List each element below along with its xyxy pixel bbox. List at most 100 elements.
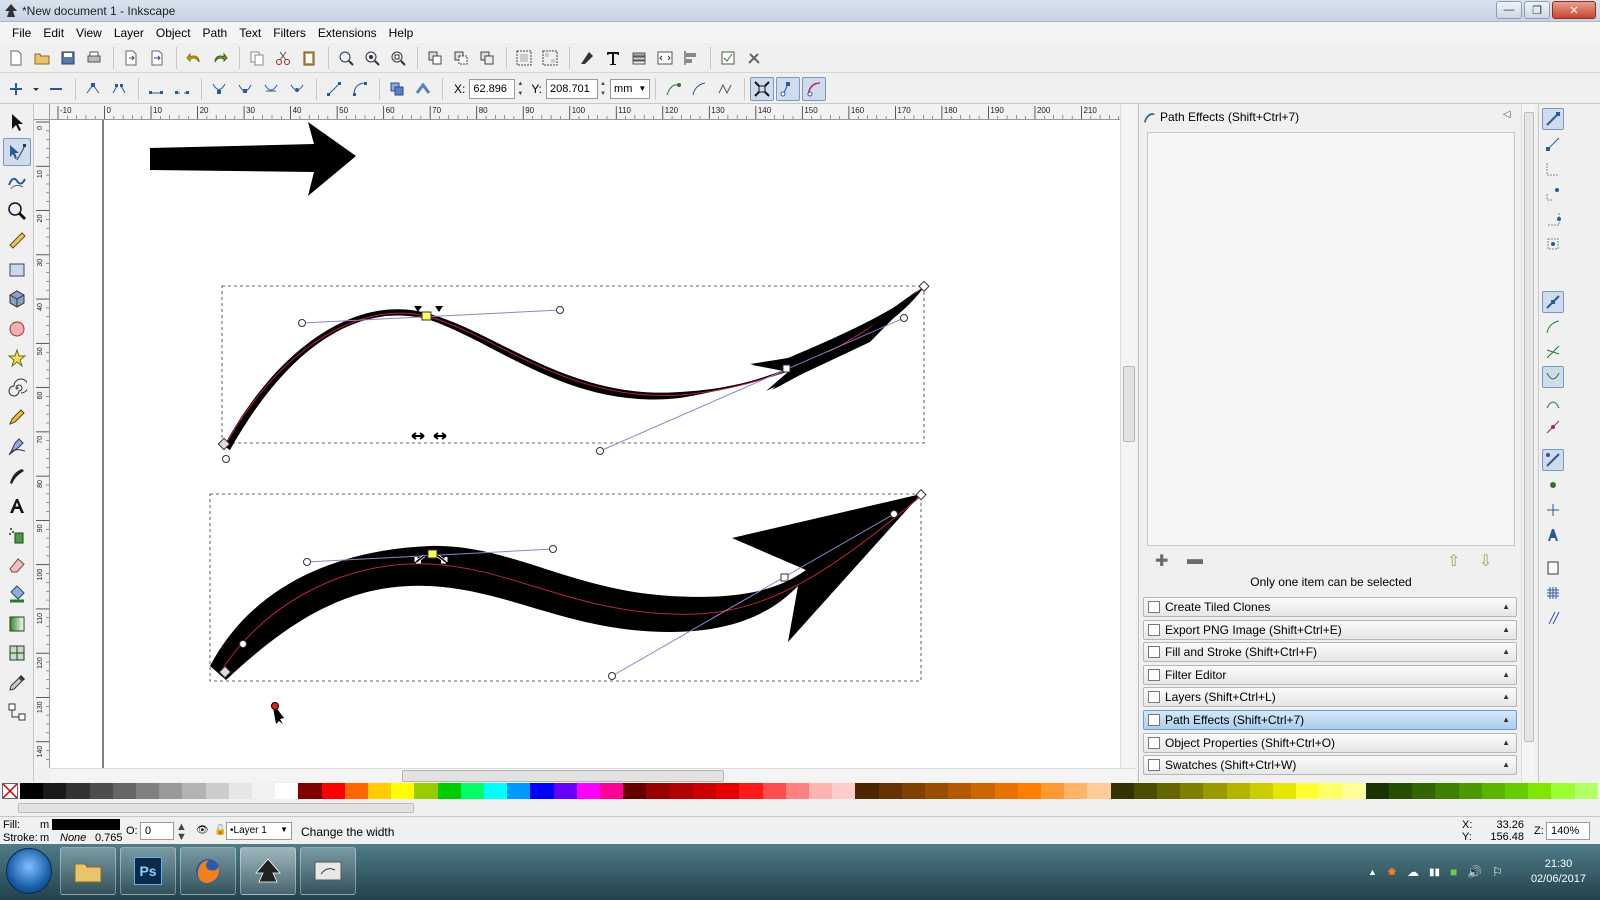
palette-swatch[interactable] <box>1319 783 1343 799</box>
palette-swatch[interactable] <box>1412 783 1436 799</box>
dock-tab-export-png[interactable]: Export PNG Image (Shift+Ctrl+E) ▲ <box>1143 619 1517 640</box>
bezier-handle[interactable] <box>303 558 311 566</box>
unit-select[interactable]: mm ▼ <box>610 78 651 99</box>
menu-filters[interactable]: Filters <box>267 26 312 40</box>
eraser-tool[interactable] <box>3 551 31 579</box>
horizontal-ruler[interactable]: -10 0 10 20 30 40 50 60 70 80 90 100 110 120 130 140 150… <box>50 104 1120 120</box>
palette-swatch[interactable] <box>321 783 345 799</box>
node-smooth-button[interactable] <box>233 77 257 101</box>
preferences-button[interactable] <box>742 46 766 70</box>
snap-bbox-center-button[interactable] <box>1542 233 1564 255</box>
bezier-handle[interactable] <box>556 306 564 314</box>
palette-swatch[interactable] <box>901 783 925 799</box>
node-symmetric-button[interactable] <box>259 77 283 101</box>
text-tool[interactable] <box>3 492 31 520</box>
join-segment-button[interactable] <box>144 77 168 101</box>
pen-tool[interactable] <box>3 433 31 461</box>
segment-to-line-button[interactable] <box>322 77 346 101</box>
palette-swatch[interactable] <box>205 783 229 799</box>
cloud-icon[interactable]: ☁ <box>1407 865 1419 879</box>
transform-handle-arrows[interactable] <box>414 306 443 312</box>
path-node[interactable] <box>782 364 791 373</box>
menu-extensions[interactable]: Extensions <box>312 26 383 40</box>
taskbar-window-preview[interactable] <box>300 847 356 895</box>
palette-swatch[interactable] <box>1574 783 1598 799</box>
snap-cusp-nodes-button[interactable] <box>1541 366 1564 388</box>
mesh-tool[interactable] <box>3 639 31 667</box>
palette-swatch[interactable] <box>971 783 995 799</box>
palette-swatch[interactable] <box>1110 783 1134 799</box>
star-tool[interactable] <box>3 344 31 372</box>
palette-swatch[interactable] <box>1551 783 1575 799</box>
scroll-thumb[interactable] <box>1524 112 1534 742</box>
selected-node[interactable] <box>427 549 438 559</box>
y-coordinate-spinner[interactable]: ▲ ▼ <box>598 79 608 99</box>
palette-swatch[interactable] <box>948 783 972 799</box>
network-signal-icon[interactable]: ▮▮ <box>1429 867 1440 878</box>
undo-button[interactable] <box>182 46 206 70</box>
width-handle-arrows[interactable] <box>411 432 425 440</box>
palette-swatch[interactable] <box>89 783 113 799</box>
snap-intersections-button[interactable] <box>1542 341 1564 363</box>
text-font-dialog-button[interactable] <box>601 46 625 70</box>
paste-button[interactable] <box>297 46 321 70</box>
curved-arrow-thin[interactable] <box>224 287 924 450</box>
align-distribute-button[interactable] <box>679 46 703 70</box>
opacity-spinner[interactable]: ▲ ▼ <box>176 822 187 843</box>
palette-swatch[interactable] <box>1505 783 1529 799</box>
path-effects-list[interactable] <box>1147 132 1515 546</box>
x-coordinate-input[interactable]: 62.896 <box>469 78 516 99</box>
palette-swatch[interactable] <box>1481 783 1505 799</box>
palette-swatch[interactable] <box>530 783 554 799</box>
layers-dialog-button[interactable] <box>627 46 651 70</box>
close-window-button[interactable]: ✕ <box>1552 1 1596 19</box>
dock-tab-object-properties[interactable]: Object Properties (Shift+Ctrl+O) ▲ <box>1143 732 1517 753</box>
palette-swatch[interactable] <box>1017 783 1041 799</box>
palette-swatch[interactable] <box>716 783 740 799</box>
edit-clip-path-button[interactable] <box>687 77 711 101</box>
snap-smooth-nodes-button[interactable] <box>1542 391 1564 413</box>
palette-swatch[interactable] <box>646 783 670 799</box>
snap-bbox-button[interactable] <box>1542 133 1564 155</box>
palette-swatch[interactable] <box>878 783 902 799</box>
palette-swatch[interactable] <box>924 783 949 799</box>
show-path-outline-button[interactable] <box>802 76 827 101</box>
layer-visibility-icon[interactable]: 👁 <box>196 825 209 836</box>
menu-layer[interactable]: Layer <box>108 26 150 40</box>
taskbar-firefox[interactable] <box>180 847 236 895</box>
new-document-button[interactable] <box>4 46 28 70</box>
palette-swatch[interactable] <box>808 783 833 799</box>
palette-swatch[interactable] <box>1249 783 1273 799</box>
delete-node-button[interactable] <box>44 77 68 101</box>
menu-text[interactable]: Text <box>233 26 267 40</box>
palette-swatch[interactable] <box>1342 783 1366 799</box>
redo-button[interactable] <box>208 46 232 70</box>
remove-effect-icon[interactable]: ▬ <box>1187 551 1203 569</box>
snap-page-border-button[interactable] <box>1542 557 1564 579</box>
node-tool[interactable] <box>2 137 31 166</box>
snap-bbox-edge-button[interactable] <box>1542 158 1564 180</box>
palette-swatch[interactable] <box>1435 783 1459 799</box>
volume-icon[interactable]: 🔊 <box>1467 865 1482 879</box>
break-path-button[interactable] <box>107 77 131 101</box>
palette-swatch[interactable] <box>460 783 485 799</box>
pencil-tool[interactable] <box>3 403 31 431</box>
spiral-tool[interactable] <box>3 374 31 402</box>
palette-swatch[interactable] <box>414 783 438 799</box>
scroll-thumb[interactable] <box>18 803 414 813</box>
palette-swatch[interactable] <box>855 783 879 799</box>
menu-object[interactable]: Object <box>150 26 197 40</box>
spray-tool[interactable] <box>3 521 31 549</box>
palette-swatch[interactable] <box>112 783 137 799</box>
palette-swatch[interactable] <box>228 783 253 799</box>
bezier-handle[interactable] <box>596 447 604 455</box>
duplicate-button[interactable] <box>423 46 447 70</box>
delete-segment-button[interactable] <box>170 77 194 101</box>
node-auto-smooth-button[interactable] <box>285 77 309 101</box>
xml-editor-button[interactable] <box>653 46 677 70</box>
palette-swatch[interactable] <box>994 783 1018 799</box>
dock-tab-swatches[interactable]: Swatches (Shift+Ctrl+W) ▲ <box>1143 755 1517 776</box>
scroll-thumb[interactable] <box>402 770 724 782</box>
measure-tool[interactable] <box>3 226 31 254</box>
object-to-path-button[interactable] <box>385 77 409 101</box>
